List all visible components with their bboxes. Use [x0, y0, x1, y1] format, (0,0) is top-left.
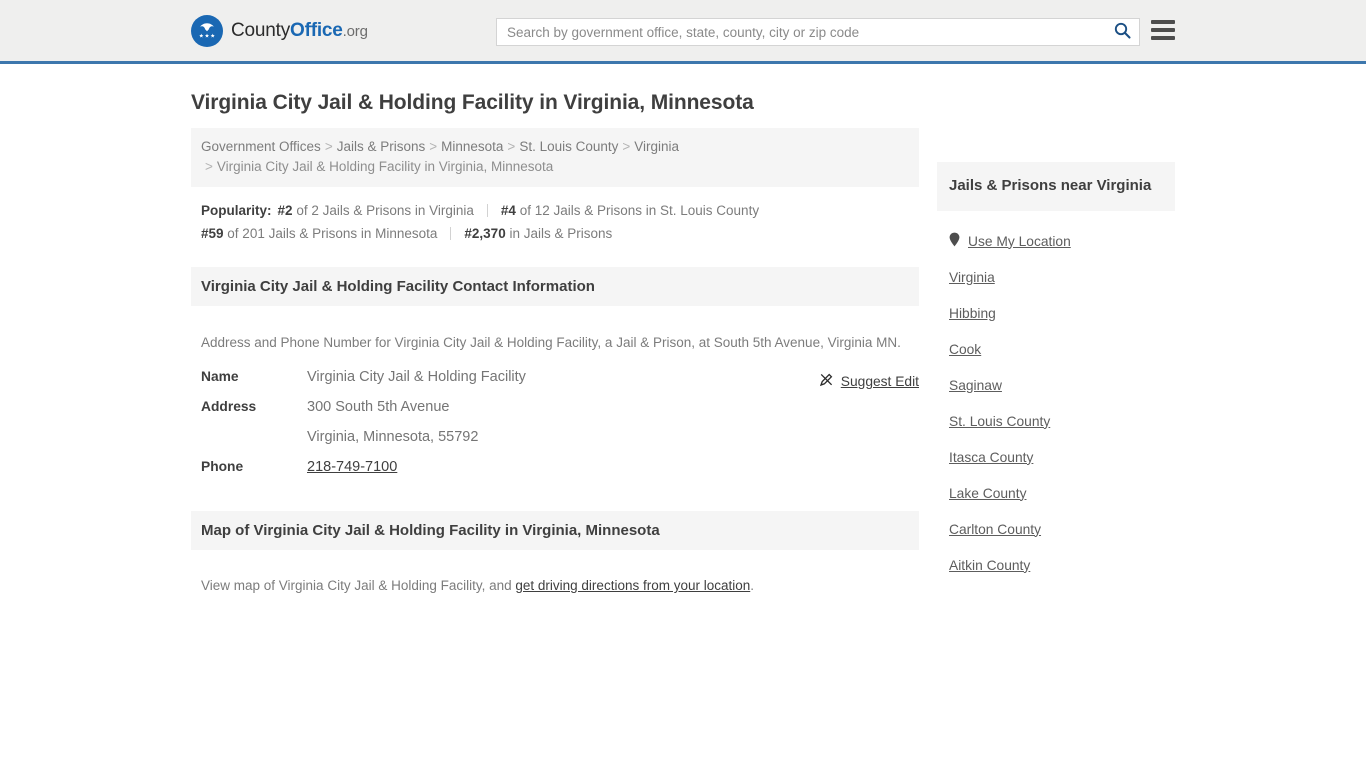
sidebar-item-st-louis-county[interactable]: St. Louis County — [949, 403, 1163, 439]
sidebar-link[interactable]: Aitkin County — [949, 558, 1030, 573]
popularity-item-3: #2,370 in Jails & Prisons — [464, 226, 612, 241]
sidebar-link[interactable]: Hibbing — [949, 306, 996, 321]
breadcrumb-separator: > — [324, 139, 333, 154]
contact-value-phone: 218-749-7100 — [307, 459, 397, 475]
breadcrumb-separator: > — [622, 139, 631, 154]
sidebar-link[interactable]: Lake County — [949, 486, 1026, 501]
use-my-location-link[interactable]: Use My Location — [968, 234, 1071, 249]
sidebar-item-saginaw[interactable]: Saginaw — [949, 367, 1163, 403]
popularity-item-0: #2 of 2 Jails & Prisons in Virginia — [278, 203, 474, 218]
popularity-item-2: #59 of 201 Jails & Prisons in Minnesota — [201, 226, 437, 241]
hamburger-bar — [1151, 28, 1175, 32]
sidebar-item-cook[interactable]: Cook — [949, 331, 1163, 367]
sidebar-link[interactable]: Cook — [949, 342, 981, 357]
sidebar-link[interactable]: Saginaw — [949, 378, 1002, 393]
contact-table: Suggest Edit Name Virginia City Jail & H… — [191, 369, 919, 489]
breadcrumb: Government Offices > Jails & Prisons > Minne… — [191, 128, 919, 187]
search-button[interactable] — [1105, 19, 1139, 45]
phone-link[interactable]: 218-749-7100 — [307, 459, 397, 475]
popularity-text: in Jails & Prisons — [509, 226, 613, 241]
suggest-edit-label: Suggest Edit — [840, 374, 919, 389]
hamburger-bar — [1151, 36, 1175, 40]
breadcrumb-item-1[interactable]: Jails & Prisons — [337, 139, 426, 154]
contact-value-address-line1: 300 South 5th Avenue — [307, 398, 450, 415]
map-desc-before: View map of Virginia City Jail & Holding… — [201, 578, 516, 593]
sidebar-heading: Jails & Prisons near Virginia — [937, 162, 1175, 211]
edit-pencil-icon — [819, 372, 834, 392]
content-row: Government Offices > Jails & Prisons > Minne… — [191, 128, 1175, 610]
contact-key: Name — [201, 368, 239, 384]
page-container: Virginia City Jail & Holding Facility in… — [0, 91, 1366, 610]
sidebar-link-list: Use My Location Virginia Hibbing Cook Sa… — [937, 211, 1175, 583]
popularity-rank: #2,370 — [464, 226, 506, 241]
suggest-edit-link[interactable]: Suggest Edit — [819, 372, 919, 392]
contact-row-name: Name Virginia City Jail & Holding Facili… — [201, 369, 909, 399]
breadcrumb-current: Virginia City Jail & Holding Facility in… — [216, 159, 554, 174]
search-input[interactable] — [497, 19, 1105, 45]
map-desc-after: . — [750, 578, 755, 593]
logo-text-org: .org — [342, 22, 368, 40]
sidebar-item-virginia[interactable]: Virginia — [949, 259, 1163, 295]
breadcrumb-trail: Government Offices > Jails & Prisons > Minne… — [201, 139, 679, 154]
contact-key: Phone — [201, 458, 244, 474]
contact-value-name: Virginia City Jail & Holding Facility — [307, 368, 526, 385]
sidebar-item-aitkin-county[interactable]: Aitkin County — [949, 547, 1163, 583]
search-icon — [1114, 22, 1131, 42]
sidebar-link[interactable]: Carlton County — [949, 522, 1041, 537]
sidebar-item-lake-county[interactable]: Lake County — [949, 475, 1163, 511]
hamburger-menu-icon[interactable] — [1151, 20, 1175, 40]
contact-value-address-line2: Virginia, Minnesota, 55792 — [307, 428, 479, 445]
sidebar-item-use-my-location[interactable]: Use My Location — [949, 223, 1163, 259]
popularity-rank: #59 — [201, 226, 224, 241]
search-bar[interactable] — [496, 18, 1140, 46]
main-column: Government Offices > Jails & Prisons > Minne… — [191, 128, 919, 610]
popularity-text: of 2 Jails & Prisons in Virginia — [296, 203, 474, 218]
popularity-divider — [450, 227, 452, 240]
breadcrumb-separator: > — [507, 139, 516, 154]
popularity-text: of 12 Jails & Prisons in St. Louis Count… — [519, 203, 760, 218]
contact-row-address-line2: Virginia, Minnesota, 55792 — [201, 429, 909, 459]
driving-directions-link[interactable]: get driving directions from your locatio… — [515, 578, 750, 593]
eagle-shield-logo-icon — [191, 14, 223, 47]
breadcrumb-item-3[interactable]: St. Louis County — [519, 139, 618, 154]
popularity-section: Popularity: #2 of 2 Jails & Prisons in Vi… — [191, 187, 919, 245]
logo-text-county: County — [231, 19, 291, 41]
sidebar-link[interactable]: Itasca County — [949, 450, 1033, 465]
page-title: Virginia City Jail & Holding Facility in… — [191, 91, 754, 114]
logo-wordmark: CountyOffice.org — [231, 20, 368, 42]
sidebar-item-hibbing[interactable]: Hibbing — [949, 295, 1163, 331]
sidebar: Jails & Prisons near Virginia Use My Loc… — [937, 128, 1175, 583]
hamburger-bar — [1151, 20, 1175, 24]
popularity-rank: #4 — [500, 203, 516, 218]
logo-text-office: Office — [290, 19, 343, 41]
sidebar-link[interactable]: St. Louis County — [949, 414, 1050, 429]
map-section-description: View map of Virginia City Jail & Holding… — [191, 563, 911, 596]
sidebar-item-itasca-county[interactable]: Itasca County — [949, 439, 1163, 475]
popularity-divider — [486, 204, 488, 217]
site-header: CountyOffice.org — [0, 0, 1366, 64]
breadcrumb-item-2[interactable]: Minnesota — [441, 139, 503, 154]
popularity-item-1: #4 of 12 Jails & Prisons in St. Louis Co… — [501, 203, 759, 218]
popularity-label: Popularity: — [201, 203, 272, 218]
breadcrumb-separator: > — [205, 159, 213, 174]
contact-section-description: Address and Phone Number for Virginia Ci… — [201, 334, 901, 350]
contact-row-phone: Phone 218-749-7100 — [201, 459, 909, 489]
sidebar-item-carlton-county[interactable]: Carlton County — [949, 511, 1163, 547]
breadcrumb-separator: > — [429, 139, 438, 154]
site-logo[interactable]: CountyOffice.org — [191, 14, 368, 47]
map-section-heading: Map of Virginia City Jail & Holding Faci… — [191, 510, 919, 550]
contact-section-heading: Virginia City Jail & Holding Facility Co… — [191, 267, 919, 306]
contact-row-address: Address 300 South 5th Avenue — [201, 399, 909, 429]
breadcrumb-item-4[interactable]: Virginia — [634, 139, 679, 154]
sidebar-link[interactable]: Virginia — [949, 270, 995, 285]
breadcrumb-item-0[interactable]: Government Offices — [201, 139, 321, 154]
map-pin-icon — [949, 232, 960, 250]
popularity-rank: #2 — [277, 203, 293, 218]
contact-key: Address — [201, 398, 257, 414]
popularity-text: of 201 Jails & Prisons in Minnesota — [227, 226, 438, 241]
